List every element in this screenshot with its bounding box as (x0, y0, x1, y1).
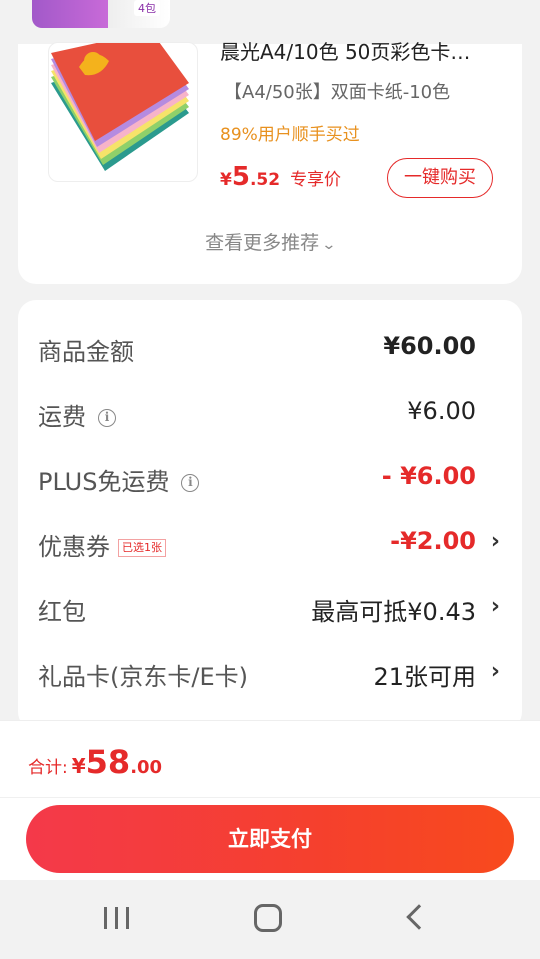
divider (0, 797, 540, 798)
one-click-buy-button[interactable]: 一键购买 (387, 158, 493, 198)
coupon-label: 优惠券 (38, 533, 110, 561)
pay-now-button[interactable]: 立即支付 (26, 805, 514, 873)
shipping-value: ¥6.00 (407, 397, 476, 425)
previous-product-thumbnail[interactable]: 4包 (32, 0, 170, 28)
total-label: 合计: (28, 758, 68, 778)
chevron-down-icon: ⌄ (321, 237, 337, 253)
summary-row-goods-amount: 商品金额 ¥60.00 (18, 328, 522, 368)
see-more-recommendations-link[interactable]: 查看更多推荐 ⌄ (18, 228, 522, 255)
info-icon[interactable]: i (98, 409, 116, 427)
product-spec: 【A4/50张】双面卡纸-10色 (224, 82, 451, 103)
summary-row-red-packet[interactable]: 红包 最高可抵¥0.43 › (18, 588, 522, 628)
price-integer: 5 (231, 162, 250, 192)
chevron-right-icon: › (490, 659, 500, 684)
checkout-page: 4包 晨光A4/10色 50页彩色卡… 【A4/50张】双面卡纸-10色 89%… (0, 0, 540, 959)
colored-paper-stack-image (51, 43, 189, 171)
gift-card-value: 21张可用 (373, 663, 476, 691)
nav-back-icon[interactable] (406, 904, 432, 930)
nav-home-icon[interactable] (254, 904, 282, 932)
product-price: ¥5.52 专享价 (220, 162, 341, 192)
total-currency: ¥ (71, 754, 86, 778)
gift-card-label: 礼品卡(京东卡/E卡) (38, 663, 248, 691)
red-packet-label: 红包 (38, 598, 86, 626)
summary-row-gift-card[interactable]: 礼品卡(京东卡/E卡) 21张可用 › (18, 653, 522, 693)
summary-row-coupon[interactable]: 优惠券 已选1张 -¥2.00 › (18, 523, 522, 563)
chevron-right-icon: › (490, 594, 500, 619)
recommendation-card: 晨光A4/10色 50页彩色卡… 【A4/50张】双面卡纸-10色 89%用户顺… (18, 40, 522, 284)
checkout-bottom-bar: 合计: ¥58.00 立即支付 (0, 720, 540, 880)
coupon-selected-badge: 已选1张 (118, 539, 166, 557)
coupon-value: -¥2.00 (390, 527, 476, 555)
nav-recent-icon[interactable] (104, 907, 130, 929)
product-image[interactable] (48, 42, 198, 182)
price-decimal: .52 (249, 170, 281, 190)
buyers-percentage: 89%用户顺手买过 (220, 125, 360, 145)
red-packet-value: 最高可抵¥0.43 (311, 598, 476, 626)
goods-amount-value: ¥60.00 (383, 332, 476, 360)
chevron-right-icon: › (490, 529, 500, 554)
order-total: 合计: ¥58.00 (28, 743, 162, 781)
price-currency: ¥ (220, 170, 232, 190)
thumbnail-label: 4包 (134, 0, 160, 16)
summary-row-shipping: 运费 i ¥6.00 (18, 393, 522, 433)
total-decimal: .00 (130, 757, 163, 778)
see-more-label: 查看更多推荐 (205, 232, 320, 254)
plus-free-shipping-value: - ¥6.00 (381, 462, 476, 490)
order-summary-card: 商品金额 ¥60.00 运费 i ¥6.00 PLUS免运费 i - ¥6.00 优… (18, 300, 522, 730)
goods-amount-label: 商品金额 (38, 338, 134, 366)
plus-free-shipping-label: PLUS免运费 (38, 468, 170, 496)
info-icon[interactable]: i (181, 474, 200, 492)
total-integer: 58 (85, 743, 131, 781)
shipping-label: 运费 (38, 403, 86, 431)
exclusive-price-tag: 专享价 (290, 170, 342, 190)
summary-row-plus-free-shipping: PLUS免运费 i - ¥6.00 (18, 458, 522, 498)
android-navigation-bar (0, 880, 540, 959)
product-title[interactable]: 晨光A4/10色 50页彩色卡… (220, 36, 510, 62)
